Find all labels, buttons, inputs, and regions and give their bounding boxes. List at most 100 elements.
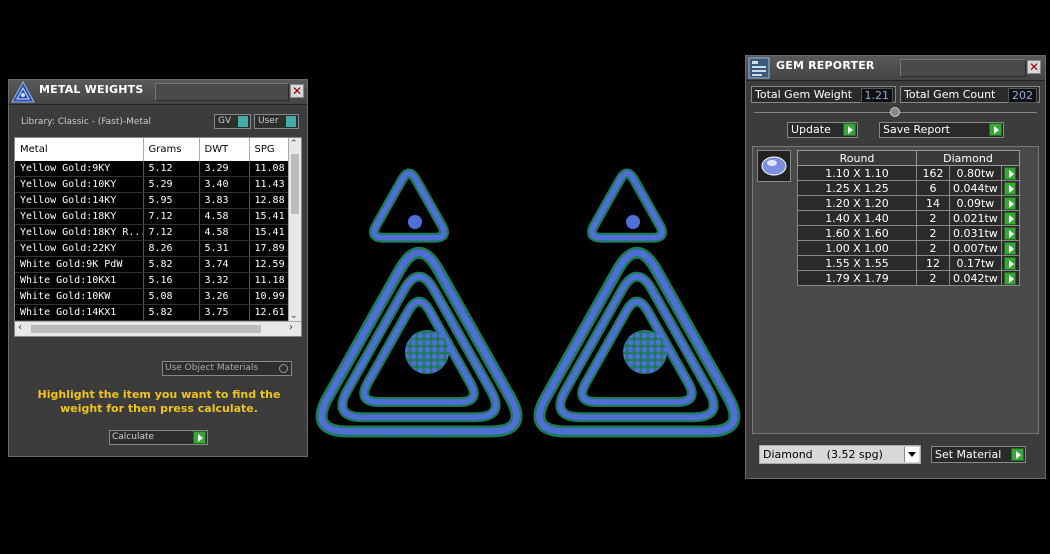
column-header-round: Round [797,150,917,166]
collapse-handle-icon[interactable] [890,107,900,117]
round-gem-icon[interactable] [757,150,791,182]
dwt-cell: 3.75 [199,304,250,321]
metal-weights-titlebar[interactable]: METAL WEIGHTS ✕ [9,80,307,105]
dwt-cell: 3.32 [199,272,250,289]
save-report-label: Save Report [883,123,950,136]
chevron-down-icon[interactable] [904,447,919,462]
save-report-button[interactable]: Save Report [879,122,1004,138]
gv-toggle-label: GV [218,116,232,126]
gem-reporter-panel: GEM REPORTER ✕ Total Gem Weight 1.21 Tot… [745,55,1046,479]
table-row[interactable]: Yellow Gold:9KY 5.12 3.29 11.08 [15,161,301,177]
grams-cell: 5.08 [143,288,200,305]
column-header-dwt[interactable]: DWT [199,138,250,161]
gem-row[interactable]: 1.00 X 1.00 2 0.007tw [797,240,1021,256]
metal-name-cell: White Gold:10KW [15,288,144,305]
grams-cell: 5.82 [143,304,200,321]
dwt-cell: 4.58 [199,224,250,241]
close-button[interactable]: ✕ [1027,60,1041,74]
library-label: Library: Classic - (Fast)-Metal [21,117,152,127]
scroll-left-icon[interactable]: ‹ [18,322,22,333]
table-row[interactable]: White Gold:10KW 5.08 3.26 10.99 [15,288,301,305]
total-gem-count-label: Total Gem Count [904,88,996,101]
scrollbar-thumb[interactable] [291,154,299,214]
metal-name-cell: White Gold:10KX1 [15,272,144,289]
play-arrow-icon [1004,196,1017,210]
gem-list-area: Round Diamond 1.10 X 1.10 162 0.80tw 1.25 X… [752,146,1039,434]
table-row[interactable]: White Gold:14KX1 5.82 3.75 12.61 [15,304,301,321]
gem-size-cell: 1.00 X 1.00 [797,240,917,256]
select-gem-button[interactable] [1000,195,1021,211]
gem-weight-cell: 0.031tw [949,225,1002,241]
gem-row[interactable]: 1.10 X 1.10 162 0.80tw [797,165,1021,181]
gem-count-cell: 2 [916,225,950,241]
titlebar-grip[interactable] [900,59,1026,77]
close-button[interactable]: ✕ [290,84,304,98]
scroll-down-icon[interactable]: ⌄ [290,311,298,321]
diamond-icon [761,156,787,176]
toggle-knob [286,116,296,127]
gem-count-cell: 6 [916,180,950,196]
toggle-knob [238,116,248,127]
dwt-cell: 3.83 [199,192,250,209]
gem-row[interactable]: 1.25 X 1.25 6 0.044tw [797,180,1021,196]
table-row[interactable]: Yellow Gold:18KY 7.12 4.58 15.41 [15,208,301,225]
gem-row[interactable]: 1.20 X 1.20 14 0.09tw [797,195,1021,211]
play-arrow-icon [1004,211,1017,225]
use-object-materials-toggle[interactable]: Use Object Materials [162,361,292,376]
column-header-metal[interactable]: Metal [15,138,144,161]
scroll-up-icon[interactable]: ⌃ [290,139,298,149]
vertical-scrollbar[interactable]: ⌃ ⌄ [288,138,301,321]
select-gem-button[interactable] [1000,225,1021,241]
user-toggle-label: User [258,116,279,126]
dwt-cell: 4.58 [199,208,250,225]
gem-row[interactable]: 1.79 X 1.79 2 0.042tw [797,270,1021,286]
table-row[interactable]: White Gold:9K PdW 5.82 3.74 12.59 [15,256,301,273]
play-arrow-icon [1004,241,1017,255]
gem-weight-cell: 0.007tw [949,240,1002,256]
select-gem-button[interactable] [1000,255,1021,271]
select-gem-button[interactable] [1000,270,1021,286]
select-gem-button[interactable] [1000,240,1021,256]
set-material-button[interactable]: Set Material [931,446,1026,463]
material-select[interactable]: Diamond (3.52 spg) [759,445,921,464]
table-row[interactable]: White Gold:10KX1 5.16 3.32 11.18 [15,272,301,289]
dwt-cell: 5.31 [199,240,250,257]
gem-weight-cell: 0.80tw [949,165,1002,181]
calculate-button[interactable]: Calculate [109,430,208,445]
update-label: Update [791,123,831,136]
gem-reporter-titlebar[interactable]: GEM REPORTER ✕ [746,56,1045,81]
scroll-right-icon[interactable]: › [289,322,293,333]
table-row[interactable]: Yellow Gold:22KY 8.26 5.31 17.89 [15,240,301,257]
gv-toggle[interactable]: GV [214,114,251,129]
gem-row[interactable]: 1.60 X 1.60 2 0.031tw [797,225,1021,241]
update-button[interactable]: Update [787,122,858,138]
user-toggle[interactable]: User [254,114,299,129]
gem-size-cell: 1.55 X 1.55 [797,255,917,271]
gem-count-cell: 2 [916,210,950,226]
select-gem-button[interactable] [1000,180,1021,196]
gem-count-cell: 162 [916,165,950,181]
metal-name-cell: Yellow Gold:18KY [15,208,144,225]
material-select-value: Diamond (3.52 spg) [763,448,883,461]
gem-weight-cell: 0.021tw [949,210,1002,226]
horizontal-scrollbar[interactable]: ‹ › [15,321,301,336]
play-arrow-icon [1004,271,1017,285]
radio-icon [279,364,288,373]
gem-row[interactable]: 1.40 X 1.40 2 0.021tw [797,210,1021,226]
scrollbar-thumb[interactable] [31,325,261,333]
titlebar-grip[interactable] [155,83,289,101]
column-header-grams[interactable]: Grams [143,138,200,161]
gem-size-cell: 1.20 X 1.20 [797,195,917,211]
gem-size-cell: 1.25 X 1.25 [797,180,917,196]
select-gem-button[interactable] [1000,210,1021,226]
select-gem-button[interactable] [1000,165,1021,181]
dwt-cell: 3.40 [199,176,250,193]
gem-weight-cell: 0.042tw [949,270,1002,286]
table-row[interactable]: Yellow Gold:14KY 5.95 3.83 12.88 [15,192,301,209]
render-viewport[interactable] [312,150,742,440]
gem-row[interactable]: 1.55 X 1.55 12 0.17tw [797,255,1021,271]
play-arrow-icon [1004,181,1017,195]
dwt-cell: 3.74 [199,256,250,273]
table-row[interactable]: Yellow Gold:10KY 5.29 3.40 11.43 [15,176,301,193]
table-row[interactable]: Yellow Gold:18KY R... 7.12 4.58 15.41 [15,224,301,241]
